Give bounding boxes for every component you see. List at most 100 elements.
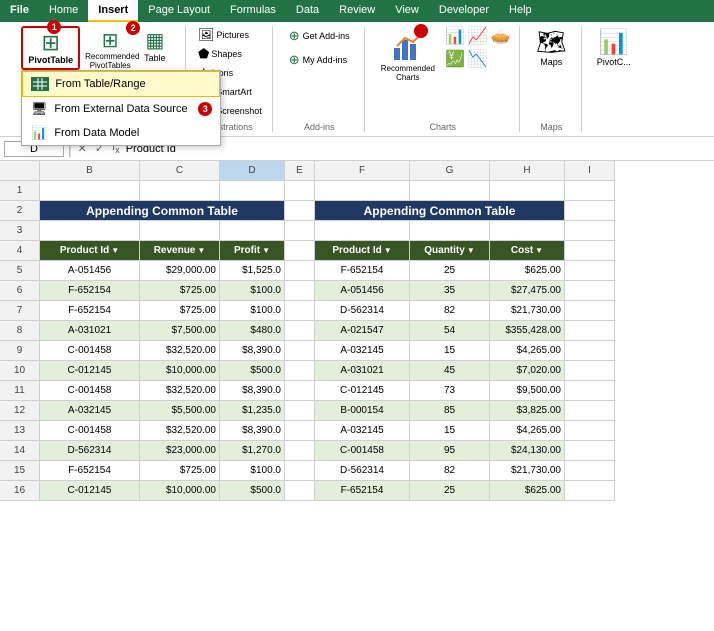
right-hdr-quantity[interactable]: Quantity ▼ xyxy=(410,241,490,261)
recommended-charts-button[interactable]: RecommendedCharts xyxy=(375,26,441,87)
line-chart-button[interactable]: 📈 xyxy=(468,26,488,46)
cell-C14[interactable]: $23,000.00 xyxy=(140,441,220,461)
cell-B16[interactable]: C-012145 xyxy=(40,481,140,501)
row-header-13[interactable]: 13 xyxy=(0,421,40,441)
cell-D10[interactable]: $500.0 xyxy=(220,361,285,381)
cell-I6[interactable] xyxy=(565,281,615,301)
cell-C7[interactable]: $725.00 xyxy=(140,301,220,321)
cell-E9[interactable] xyxy=(285,341,315,361)
left-hdr-revenue[interactable]: Revenue ▼ xyxy=(140,241,220,261)
tab-home[interactable]: Home xyxy=(39,0,88,22)
cell-D6[interactable]: $100.0 xyxy=(220,281,285,301)
row-header-3[interactable]: 3 xyxy=(0,221,40,241)
row-header-1[interactable]: 1 xyxy=(0,181,40,201)
cell-E8[interactable] xyxy=(285,321,315,341)
cell-H16[interactable]: $625.00 xyxy=(490,481,565,501)
cell-H10[interactable]: $7,020.00 xyxy=(490,361,565,381)
cell-E14[interactable] xyxy=(285,441,315,461)
cell-I14[interactable] xyxy=(565,441,615,461)
cell-I15[interactable] xyxy=(565,461,615,481)
row-header-2[interactable]: 2 xyxy=(0,201,40,221)
cell-E2[interactable] xyxy=(285,201,315,221)
cell-F16[interactable]: F-652154 xyxy=(315,481,410,501)
cell-G16[interactable]: 25 xyxy=(410,481,490,501)
cell-C11[interactable]: $32,520.00 xyxy=(140,381,220,401)
scatter-chart-button[interactable]: 💹 xyxy=(445,49,465,69)
cell-B12[interactable]: A-032145 xyxy=(40,401,140,421)
cell-F8[interactable]: A-021547 xyxy=(315,321,410,341)
cell-B6[interactable]: F-652154 xyxy=(40,281,140,301)
row-header-5[interactable]: 5 xyxy=(0,261,40,281)
cell-B3[interactable] xyxy=(40,221,140,241)
cell-G6[interactable]: 35 xyxy=(410,281,490,301)
cell-I9[interactable] xyxy=(565,341,615,361)
cell-D16[interactable]: $500.0 xyxy=(220,481,285,501)
row-header-8[interactable]: 8 xyxy=(0,321,40,341)
pivot-table-button[interactable]: ⊞ PivotTable 1 From Table/Range xyxy=(21,26,80,70)
cell-I12[interactable] xyxy=(565,401,615,421)
col-header-C[interactable]: C xyxy=(140,161,220,181)
recommended-pivot-button[interactable]: ⊞ RecommendedPivotTables 2 xyxy=(82,26,138,73)
cell-H3[interactable] xyxy=(490,221,565,241)
tab-view[interactable]: View xyxy=(385,0,429,22)
cell-I5[interactable] xyxy=(565,261,615,281)
cell-E11[interactable] xyxy=(285,381,315,401)
row-header-4[interactable]: 4 xyxy=(0,241,40,261)
cell-B9[interactable]: C-001458 xyxy=(40,341,140,361)
cell-I3[interactable] xyxy=(565,221,615,241)
dropdown-from-model[interactable]: 📊 From Data Model xyxy=(22,121,220,145)
col-header-D[interactable]: D xyxy=(220,161,285,181)
cell-B13[interactable]: C-001458 xyxy=(40,421,140,441)
cell-E15[interactable] xyxy=(285,461,315,481)
row-header-12[interactable]: 12 xyxy=(0,401,40,421)
cell-B10[interactable]: C-012145 xyxy=(40,361,140,381)
cell-B1[interactable] xyxy=(40,181,140,201)
cell-H12[interactable]: $3,825.00 xyxy=(490,401,565,421)
cell-E16[interactable] xyxy=(285,481,315,501)
cell-I16[interactable] xyxy=(565,481,615,501)
title-cell[interactable]: Appending Common Table xyxy=(40,201,285,221)
row-header-15[interactable]: 15 xyxy=(0,461,40,481)
col-header-H[interactable]: H xyxy=(490,161,565,181)
row-header-10[interactable]: 10 xyxy=(0,361,40,381)
tab-developer[interactable]: Developer xyxy=(429,0,499,22)
cell-C10[interactable]: $10,000.00 xyxy=(140,361,220,381)
dropdown-from-external[interactable]: 🖥 From External Data Source 3 xyxy=(22,97,220,121)
cell-H6[interactable]: $27,475.00 xyxy=(490,281,565,301)
pivotchart-button[interactable]: 📊 PivotC... xyxy=(593,26,635,69)
cell-G11[interactable]: 73 xyxy=(410,381,490,401)
col-header-F[interactable]: F xyxy=(315,161,410,181)
cell-C13[interactable]: $32,520.00 xyxy=(140,421,220,441)
cell-E4[interactable] xyxy=(285,241,315,261)
cell-I7[interactable] xyxy=(565,301,615,321)
row-header-6[interactable]: 6 xyxy=(0,281,40,301)
cell-F5[interactable]: F-652154 xyxy=(315,261,410,281)
cell-B15[interactable]: F-652154 xyxy=(40,461,140,481)
cell-F2-title[interactable]: Appending Common Table xyxy=(315,201,565,221)
right-hdr-product-id[interactable]: Product Id ▼ xyxy=(315,241,410,261)
cell-D14[interactable]: $1,270.0 xyxy=(220,441,285,461)
cell-G12[interactable]: 85 xyxy=(410,401,490,421)
area-chart-button[interactable]: 📉 xyxy=(468,49,488,69)
cell-I2[interactable] xyxy=(565,201,615,221)
cell-I11[interactable] xyxy=(565,381,615,401)
tab-data[interactable]: Data xyxy=(286,0,329,22)
cell-D13[interactable]: $8,390.0 xyxy=(220,421,285,441)
row-header-9[interactable]: 9 xyxy=(0,341,40,361)
row-header-14[interactable]: 14 xyxy=(0,441,40,461)
get-addins-button[interactable]: ⊕ Get Add-ins xyxy=(287,26,352,46)
table-button[interactable]: ▦ Table xyxy=(140,26,170,65)
cell-C12[interactable]: $5,500.00 xyxy=(140,401,220,421)
cell-D15[interactable]: $100.0 xyxy=(220,461,285,481)
cell-I1[interactable] xyxy=(565,181,615,201)
cell-D1[interactable] xyxy=(220,181,285,201)
cell-G13[interactable]: 15 xyxy=(410,421,490,441)
col-header-I[interactable]: I xyxy=(565,161,615,181)
cell-F7[interactable]: D-562314 xyxy=(315,301,410,321)
cell-C5[interactable]: $29,000.00 xyxy=(140,261,220,281)
row-header-16[interactable]: 16 xyxy=(0,481,40,501)
tab-page-layout[interactable]: Page Layout xyxy=(138,0,220,22)
cell-G14[interactable]: 95 xyxy=(410,441,490,461)
col-header-E[interactable]: E xyxy=(285,161,315,181)
cell-D11[interactable]: $8,390.0 xyxy=(220,381,285,401)
